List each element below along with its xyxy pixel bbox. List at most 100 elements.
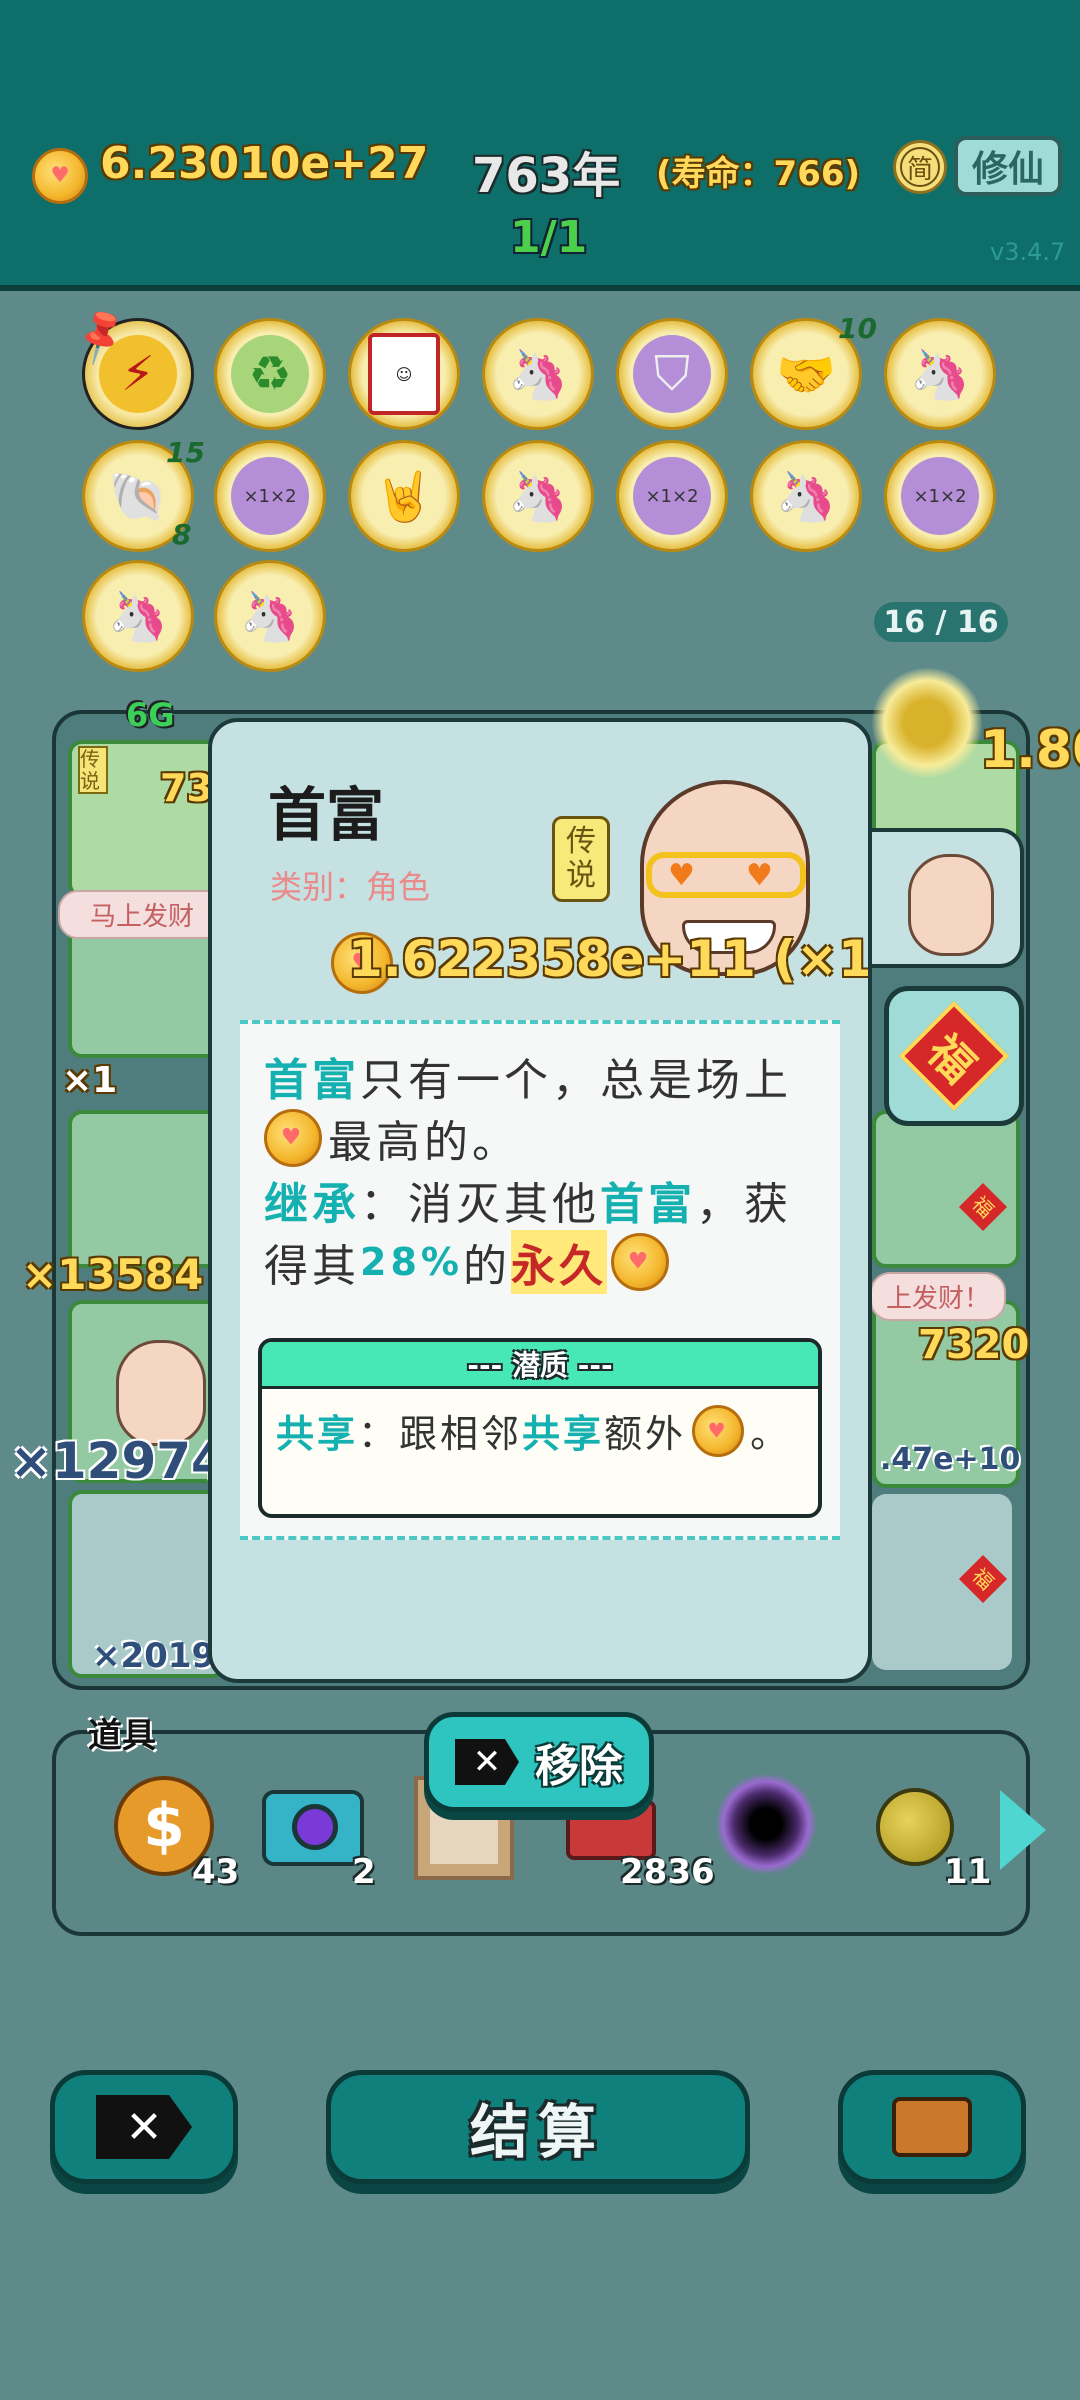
handshake-count: 10 xyxy=(838,312,877,345)
desc-keyword-rich: 首富 xyxy=(264,1055,360,1106)
unicorn-icon: 🦄 xyxy=(508,346,568,403)
count-73: 73 xyxy=(160,766,213,810)
board-card-3[interactable] xyxy=(68,1110,226,1268)
unicorn-icon: 🦄 xyxy=(240,588,300,645)
year-display: 763年 xyxy=(472,148,621,204)
recycle-icon: ♻ xyxy=(231,335,309,413)
rich-label-right: 上发财！ xyxy=(870,1272,1007,1321)
close-icon: ✕ xyxy=(455,1739,519,1785)
fu-tab[interactable]: 福 xyxy=(884,986,1024,1126)
rock-hand-badge[interactable]: 🤘 xyxy=(348,440,460,552)
unicorn-icon: 🦄 xyxy=(776,468,836,525)
unicorn-icon: 🦄 xyxy=(508,468,568,525)
gold-coin-icon xyxy=(32,148,88,204)
shell-count-bottom: 8 xyxy=(172,518,192,551)
planet-glow-icon xyxy=(872,668,982,778)
bald-rich-card-icon xyxy=(116,1340,206,1446)
rich-label-left: 马上发财 xyxy=(58,890,227,939)
settle-button[interactable]: 结算 xyxy=(326,2070,750,2184)
tag-6g: 6G xyxy=(126,696,175,734)
desc-text-1: 只有一个，总是场上 xyxy=(360,1055,792,1106)
item-count-dollar: 43 xyxy=(192,1852,240,1892)
heart-eye-right-icon: ♥ xyxy=(746,858,773,893)
share-coin-icon xyxy=(692,1404,745,1457)
unicorn-badge-2[interactable]: 🦄 xyxy=(884,318,996,430)
simplified-toggle[interactable]: 简 xyxy=(893,140,947,194)
count-x1: ×1 xyxy=(62,1060,118,1101)
item-camera[interactable] xyxy=(262,1780,366,1870)
portrait-tab[interactable] xyxy=(868,828,1024,968)
math-nerd-icon: ×1×2 xyxy=(231,457,309,535)
handshake-icon: 🤝 xyxy=(776,346,836,403)
share-line: 共享：跟相邻共享额外。 xyxy=(262,1389,818,1472)
share-end: 。 xyxy=(750,1412,792,1456)
inherit-line-1: 继承：消灭其他首富，获 xyxy=(264,1168,792,1232)
item-count-camera: 2 xyxy=(352,1852,376,1892)
math-nerd-badge-3[interactable]: ×1×2 xyxy=(884,440,996,552)
skirt-badge[interactable]: ⛉ xyxy=(616,318,728,430)
item-count-red: 2836 xyxy=(620,1852,715,1892)
unicorn-badge-3[interactable]: 🦄 xyxy=(482,440,594,552)
potential-box: --- 潜质 --- 共享：跟相邻共享额外。 xyxy=(258,1338,822,1518)
unicorn-badge-6[interactable]: 🦄 xyxy=(214,560,326,672)
close-tag-icon: ✕ xyxy=(96,2095,192,2159)
rock-hand-icon: 🤘 xyxy=(374,468,434,525)
inherit-permanent: 永久 xyxy=(510,1230,607,1294)
share-text-1: ：跟相邻 xyxy=(358,1412,523,1456)
unicorn-badge-1[interactable]: 🦄 xyxy=(482,318,594,430)
heart-eye-left-icon: ♥ xyxy=(668,858,695,893)
popup-title: 首富 xyxy=(268,781,385,849)
settle-label: 结算 xyxy=(469,2098,606,2166)
time-magazine-badge[interactable]: ☺ xyxy=(348,318,460,430)
inherit-line-2: 得其 28% 的永久 xyxy=(264,1230,669,1294)
rarity-badge: 传说 xyxy=(552,816,610,902)
recycle-badge[interactable]: ♻ xyxy=(214,318,326,430)
desc-line-1: 首富只有一个，总是场上 xyxy=(264,1044,792,1108)
skirt-icon: ⛉ xyxy=(633,335,711,413)
unicorn-badge-4[interactable]: 🦄 xyxy=(750,440,862,552)
value-47e10: .47e+10 xyxy=(880,1442,1021,1477)
simplified-label: 简 xyxy=(900,147,940,187)
potential-header-text: --- 潜质 --- xyxy=(467,1349,613,1382)
popup-value: 1.622358e+11 (×1233 xyxy=(348,930,868,988)
desc-line-2: 最高的。 xyxy=(264,1106,520,1170)
share-text-3: 额外 xyxy=(604,1412,687,1456)
cultivate-button[interactable]: 修仙 xyxy=(954,136,1062,196)
item-planet[interactable] xyxy=(876,1788,954,1866)
legend-tag-left: 传说 xyxy=(78,746,108,794)
math-nerd-badge-2[interactable]: ×1×2 xyxy=(616,440,728,552)
count-x13584: ×13584 xyxy=(22,1250,204,1299)
count-x12974: ×12974 xyxy=(10,1432,226,1490)
bald-rich-small-icon xyxy=(908,854,994,956)
item-count-planet: 11 xyxy=(944,1852,992,1892)
slot-counter: 16 / 16 xyxy=(874,602,1008,642)
time-magazine-icon: ☺ xyxy=(368,333,440,415)
inherit-label: 继承 xyxy=(264,1179,360,1230)
inherit-text-1: ：消灭其他 xyxy=(360,1179,600,1230)
math-nerd-badge-1[interactable]: ×1×2 xyxy=(214,440,326,552)
desc-coin-icon xyxy=(264,1109,322,1167)
cultivate-label: 修仙 xyxy=(971,149,1044,190)
inherit-text-4: 得其 xyxy=(264,1241,360,1292)
math-nerd-icon: ×1×2 xyxy=(901,457,979,535)
camera-lens-icon xyxy=(292,1804,338,1850)
inherit-keyword-rich: 首富 xyxy=(600,1179,696,1230)
shell-count-top: 15 xyxy=(166,436,205,469)
gold-amount: 6.23010e+27 xyxy=(100,138,429,189)
slot-counter-text: 16 / 16 xyxy=(883,604,999,640)
inherit-coin-icon xyxy=(610,1233,669,1291)
inherit-text-5: 的 xyxy=(462,1241,511,1292)
cancel-button[interactable]: ✕ xyxy=(50,2070,238,2184)
unicorn-badge-5[interactable]: 🦄 xyxy=(82,560,194,672)
inherit-percent: 28% xyxy=(360,1240,463,1284)
item-black-hole[interactable] xyxy=(716,1774,816,1874)
items-next-arrow[interactable] xyxy=(1000,1790,1046,1870)
version-label: v3.4.7 xyxy=(990,238,1066,266)
briefcase-button[interactable] xyxy=(838,2070,1026,2184)
right-card-2[interactable] xyxy=(872,1110,1020,1268)
share-keyword: 共享 xyxy=(522,1412,605,1456)
lifespan-display: (寿命：766) xyxy=(656,154,861,194)
stage-counter: 1/1 xyxy=(510,212,588,263)
remove-button[interactable]: ✕ 移除 xyxy=(424,1712,654,1812)
unicorn-icon: 🦄 xyxy=(910,346,970,403)
